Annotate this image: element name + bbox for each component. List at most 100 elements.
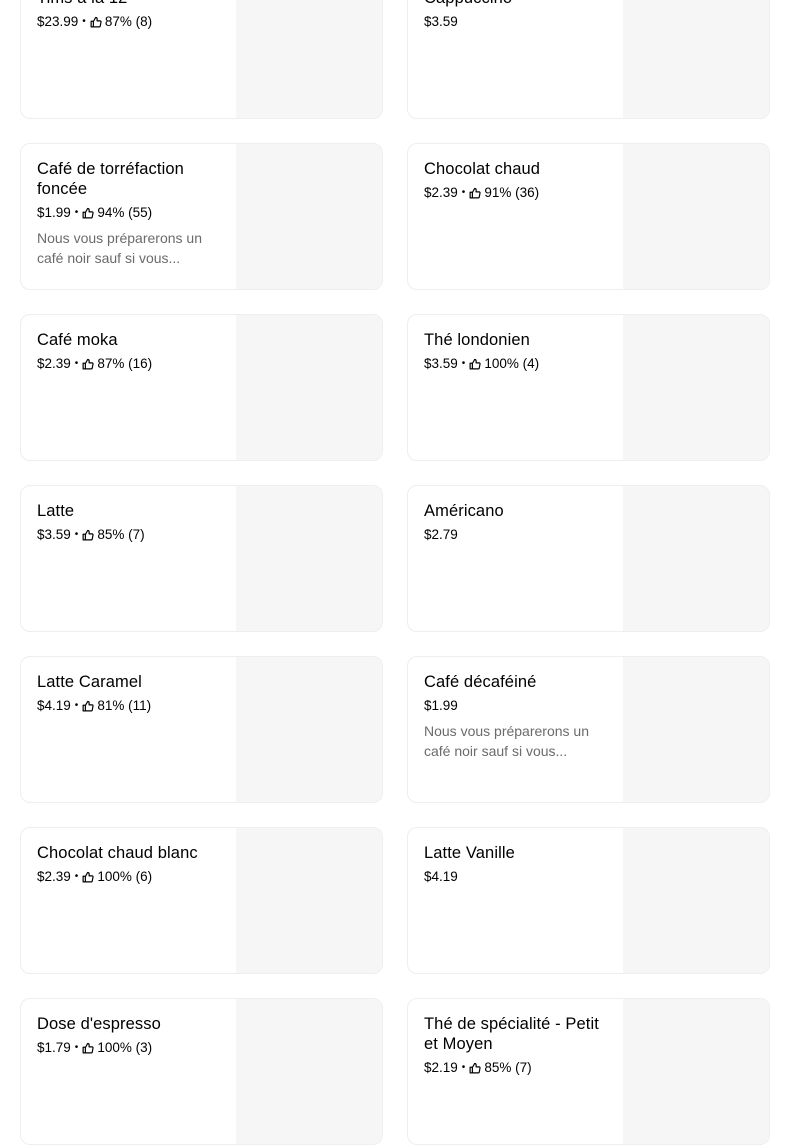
menu-item-card[interactable]: Latte $3.59 • 85% (7) [20,485,383,632]
menu-item-name: Café de torréfaction foncée [37,160,184,198]
menu-item-price: $1.79 [37,1040,71,1055]
menu-item-rating: 100% (3) [82,1039,152,1057]
menu-item-card[interactable]: Chocolat chaud blanc $2.39 • 100% (6) [20,827,383,974]
menu-item-card[interactable]: Américano $2.79 [407,485,770,632]
menu-item-card[interactable]: Dose d'espresso $1.79 • 100% (3) [20,998,383,1145]
menu-item-name: Café décaféiné [424,673,537,691]
menu-item-rating-value: 94% (55) [97,205,153,220]
thumbs-up-icon [82,529,97,541]
separator-dot: • [74,871,79,882]
menu-item-name: Dose d'espresso [37,1015,161,1033]
menu-item-image [623,315,769,460]
menu-item-price: $3.59 [37,527,71,542]
menu-item-image [623,486,769,631]
menu-item-meta: $2.79 [424,526,608,544]
separator-dot: • [461,187,466,198]
menu-item-price: $3.59 [424,356,458,371]
thumbs-up-icon [82,871,97,883]
menu-item-name: Latte Caramel [37,673,142,691]
menu-item-name: Café moka [37,331,118,349]
menu-item-card[interactable]: Latte Vanille $4.19 [407,827,770,974]
menu-item-meta: $3.59 • 85% (7) [37,526,221,544]
separator-dot: • [74,1042,79,1053]
menu-item-name: Cappuccino [424,0,608,8]
menu-item-info: Thé de spécialité - Petit et Moyen $2.19 •… [424,1014,608,1077]
menu-item-image [236,315,382,460]
menu-item-card[interactable]: Thé de spécialité - Petit et Moyen $2.19 •… [407,998,770,1145]
menu-item-rating-value: 85% (7) [97,527,145,542]
menu-item-image [623,144,769,289]
thumbs-up-icon [82,358,97,370]
menu-item-meta: $4.19 • 81% (11) [37,697,221,715]
menu-item-info: Café de torréfaction foncée $1.99 • 94% (55… [37,159,221,268]
menu-item-price: $2.19 [424,1060,458,1075]
menu-item-rating-value: 87% (16) [97,356,153,371]
menu-item-name: Thé de spécialité - Petit et Moyen [424,1015,599,1053]
menu-item-image [236,144,382,289]
menu-item-rating-value: 91% (36) [484,185,540,200]
menu-item-meta: $2.39 • 91% (36) [424,184,608,202]
menu-item-image [623,0,769,118]
menu-item-info: Thé londonien $3.59 • 100% (4) [424,330,608,373]
menu-grid: Tims à la 12$23.99•87% (8)Cappuccino$3.5… [20,0,770,1145]
thumbs-up-icon [469,187,484,199]
menu-item-info: Chocolat chaud $2.39 • 91% (36) [424,159,608,202]
menu-item-meta: $23.99 • 87% (8) [37,13,221,31]
menu-item-meta: $1.79 • 100% (3) [37,1039,221,1057]
menu-item-rating: 81% (11) [82,697,151,715]
menu-item-card[interactable]: Café décaféiné $1.99 Nous vous préparerons… [407,656,770,803]
menu-item-card[interactable]: Café moka $2.39 • 87% (16) [20,314,383,461]
menu-item-image [623,999,769,1144]
menu-item-info: Américano $2.79 [424,501,608,544]
menu-item-meta: $3.59 • 100% (4) [424,355,608,373]
thumbs-up-icon [82,700,97,712]
menu-item-rating-value: 85% (7) [484,1060,532,1075]
menu-item-card[interactable]: Latte Caramel $4.19 • 81% (11) [20,656,383,803]
menu-item-info: Cappuccino $3.59 [424,0,608,31]
menu-item-price: $4.19 [37,698,71,713]
menu-item-price: $4.19 [424,869,458,884]
menu-item-info: Café décaféiné $1.99 Nous vous préparerons… [424,672,608,761]
menu-item-meta: $2.39 • 100% (6) [37,868,221,886]
menu-item-info: Latte Caramel $4.19 • 81% (11) [37,672,221,715]
menu-item-info: Café moka $2.39 • 87% (16) [37,330,221,373]
menu-item-price: $2.39 [37,356,71,371]
menu-item-image [236,657,382,802]
menu-item-price: $23.99 [37,14,79,29]
separator-dot: • [74,529,79,540]
menu-item-info: Tims à la 12 $23.99• 87% (8) [37,0,221,31]
menu-item-image [236,486,382,631]
menu-item-name: Thé londonien [424,331,530,349]
menu-item-price: $2.79 [424,527,458,542]
menu-item-rating-value: 81% (11) [97,698,152,713]
menu-item-meta: $1.99 • 94% (55) [37,204,221,222]
menu-item-price: $2.39 [37,869,71,884]
menu-item-info: Dose d'espresso $1.79 • 100% (3) [37,1014,221,1057]
menu-item-card[interactable]: Tims à la 12 $23.99• 87% (8) [20,0,383,119]
menu-item-name: Tims à la 12 [37,0,221,8]
menu-item-card[interactable]: Cappuccino $3.59 [407,0,770,119]
separator-dot: • [82,16,86,27]
menu-item-rating-value: 100% (3) [97,1040,153,1055]
menu-item-rating: 87% (16) [82,355,152,373]
menu-item-meta: $2.19 • 85% (7) [424,1059,608,1077]
menu-item-image [236,0,382,118]
menu-item-rating: 91% (36) [469,184,539,202]
menu-item-info: Latte $3.59 • 85% (7) [37,501,221,544]
menu-item-meta: $1.99 [424,697,608,715]
menu-item-rating: 94% (55) [82,204,152,222]
menu-item-card[interactable]: Chocolat chaud $2.39 • 91% (36) [407,143,770,290]
menu-item-name: Américano [424,502,504,520]
menu-item-meta: $4.19 [424,868,608,886]
menu-item-description: Nous vous préparerons un café noir sauf … [37,230,202,266]
menu-item-description: Nous vous préparerons un café noir sauf … [424,723,589,759]
menu-item-price: $2.39 [424,185,458,200]
menu-item-meta: $2.39 • 87% (16) [37,355,221,373]
menu-item-card[interactable]: Café de torréfaction foncée $1.99 • 94% (55… [20,143,383,290]
menu-item-name: Chocolat chaud [424,160,541,178]
menu-item-rating: 87% (8) [90,13,152,31]
separator-dot: • [74,207,79,218]
menu-item-rating: 100% (4) [469,355,539,373]
menu-item-card[interactable]: Thé londonien $3.59 • 100% (4) [407,314,770,461]
menu-item-name: Latte Vanille [424,844,515,862]
